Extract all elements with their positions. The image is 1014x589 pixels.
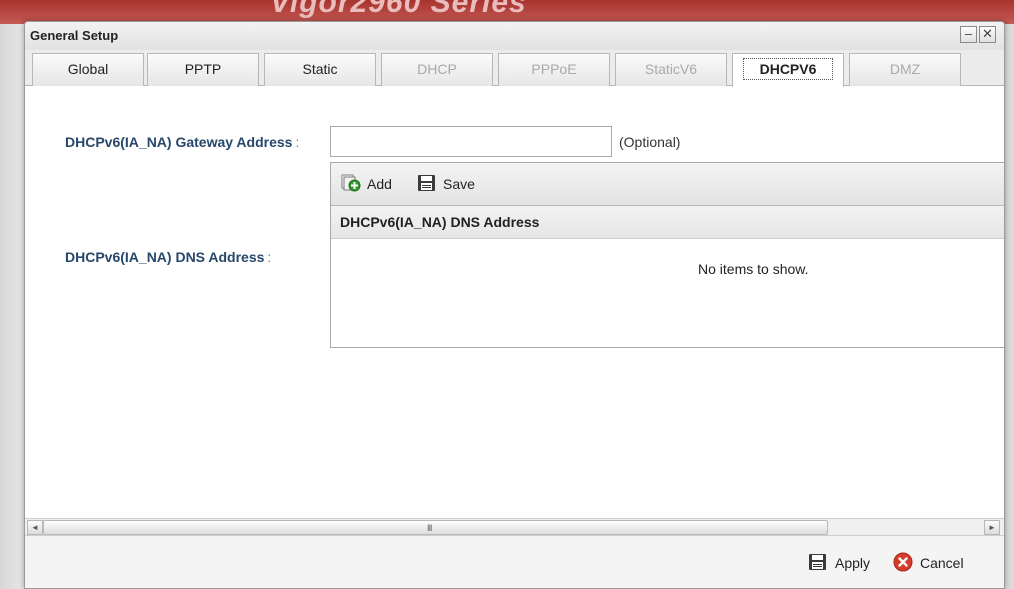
dns-address-column-header[interactable]: DHCPv6(IA_NA) DNS Address <box>331 206 1004 239</box>
tab-content-panel: DHCPv6(IA_NA) Gateway Address: (Optional… <box>25 86 1004 518</box>
gateway-label-text: DHCPv6(IA_NA) Gateway Address <box>65 134 293 150</box>
tab-staticv6[interactable]: StaticV6 <box>615 53 727 86</box>
tab-dmz[interactable]: DMZ <box>849 53 961 86</box>
tab-label: DHCPV6 <box>742 58 834 80</box>
tab-strip: Global PPTP Static DHCP PPPoE StaticV6 D… <box>25 50 1004 87</box>
tab-pppoe[interactable]: PPPoE <box>498 53 610 86</box>
general-setup-dialog: General Setup – ✕ Global PPTP Static DHC… <box>24 21 1005 589</box>
scrollbar-thumb[interactable]: III <box>43 520 828 535</box>
gateway-address-input[interactable] <box>330 126 612 157</box>
dns-address-label: DHCPv6(IA_NA) DNS Address: <box>65 249 271 265</box>
apply-button[interactable]: Apply <box>808 552 870 574</box>
tab-dhcp[interactable]: DHCP <box>381 53 493 86</box>
scrollbar-grip: III <box>427 523 432 533</box>
label-colon: : <box>267 249 272 265</box>
scroll-left-arrow-icon[interactable]: ◄ <box>27 520 43 535</box>
cancel-icon <box>893 552 913 575</box>
background-sidebar <box>0 24 26 589</box>
dialog-footer: Apply Cancel <box>25 536 1004 588</box>
dialog-titlebar: General Setup – ✕ <box>25 22 1004 50</box>
tab-pptp[interactable]: PPTP <box>147 53 259 86</box>
dns-label-text: DHCPv6(IA_NA) DNS Address <box>65 249 265 265</box>
optional-hint: (Optional) <box>619 134 681 150</box>
tab-label: Static <box>302 61 338 77</box>
horizontal-scrollbar[interactable]: ◄ III ► <box>25 518 1004 536</box>
grid-empty-message: No items to show. <box>698 261 809 277</box>
minimize-button[interactable]: – <box>960 26 977 43</box>
save-button-label: Save <box>443 176 475 192</box>
close-button[interactable]: ✕ <box>979 26 996 43</box>
tab-static[interactable]: Static <box>264 53 376 86</box>
tab-label: StaticV6 <box>644 61 698 77</box>
cancel-button-label: Cancel <box>920 555 964 571</box>
save-icon <box>417 174 437 195</box>
tab-label: PPPoE <box>531 61 577 77</box>
gateway-address-label: DHCPv6(IA_NA) Gateway Address: <box>65 134 299 150</box>
cancel-button[interactable]: Cancel <box>893 552 964 574</box>
tab-label: DMZ <box>889 61 921 77</box>
tab-label: DHCP <box>417 61 457 77</box>
add-icon <box>341 174 361 195</box>
save-button[interactable]: Save <box>417 174 475 194</box>
add-button[interactable]: Add <box>341 174 392 194</box>
add-button-label: Add <box>367 176 392 192</box>
dialog-title: General Setup <box>30 28 119 43</box>
background-title: Vigor2960 Series <box>270 0 527 19</box>
grid-toolbar: Add Save <box>331 163 1004 206</box>
tab-global[interactable]: Global <box>32 53 144 86</box>
tab-label: PPTP <box>184 61 222 77</box>
label-colon: : <box>295 134 300 150</box>
apply-button-label: Apply <box>835 555 871 571</box>
dns-address-grid: Add Save DHCPv6(IA_NA) DNS Address No it… <box>330 162 1004 348</box>
save-icon <box>808 553 828 574</box>
tab-label: Global <box>67 61 109 77</box>
scroll-right-arrow-icon[interactable]: ► <box>984 520 1000 535</box>
tab-dhcpv6[interactable]: DHCPV6 <box>732 53 844 87</box>
